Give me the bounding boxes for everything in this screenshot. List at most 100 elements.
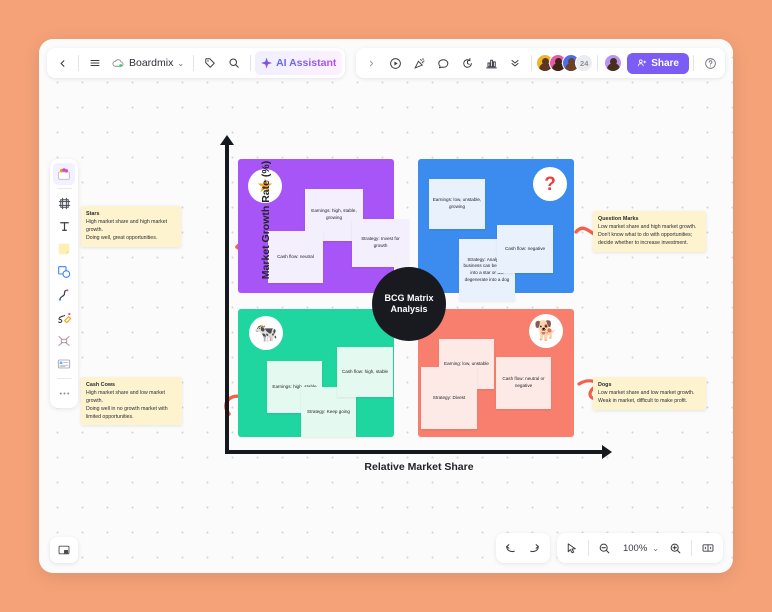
undo-arrow-icon [506, 543, 516, 552]
timer-icon [462, 57, 472, 68]
current-user-avatar[interactable] [604, 54, 623, 72]
zoom-out-button[interactable] [593, 536, 617, 560]
chevron-right-icon [369, 60, 373, 66]
sticky-note-tool[interactable] [53, 238, 75, 260]
divider [691, 540, 692, 556]
fit-to-screen-icon [702, 544, 714, 552]
divider [56, 188, 72, 189]
sticky-note[interactable]: Cash flow: neutral or negative [496, 357, 551, 409]
ai-assistant-button[interactable]: AI Assistant [255, 51, 343, 75]
ai-sparkle-icon [261, 57, 273, 69]
callout-question-marks[interactable]: Question Marks Low market share and high… [593, 211, 706, 252]
chevron-left-icon [60, 59, 64, 67]
tag-icon [205, 58, 215, 68]
sticky-template-icon [58, 168, 70, 180]
celebrate-button[interactable] [407, 51, 431, 75]
present-button[interactable] [383, 51, 407, 75]
minimap-button[interactable] [50, 537, 78, 563]
callout-dogs[interactable]: Dogs Low market share and low market gro… [593, 377, 706, 410]
cursor-tool-button[interactable] [560, 536, 584, 560]
curve-line-tool[interactable] [53, 284, 75, 306]
connector-tool[interactable] [53, 330, 75, 352]
person-add-icon [638, 59, 647, 67]
frame-icon [58, 197, 70, 209]
vote-chart-icon [485, 59, 497, 68]
more-tools-button[interactable] [53, 382, 75, 404]
sticky-note[interactable]: Cash flow: negative [497, 225, 553, 273]
more-actions-button[interactable] [503, 51, 527, 75]
pen-tool[interactable] [53, 307, 75, 329]
search-button[interactable] [222, 51, 246, 75]
bcg-matrix-diagram: ★ Earnings: high, stable, growing Strate… [39, 39, 733, 573]
callout-stars[interactable]: Stars High market share and high market … [81, 206, 181, 247]
expand-panel-button[interactable] [359, 51, 383, 75]
question-circle-icon [704, 57, 716, 69]
collaborator-avatars[interactable]: 24 [536, 54, 594, 72]
text-tool[interactable] [53, 215, 75, 237]
connector-icon [58, 335, 70, 347]
pointer-cursor-icon [568, 542, 577, 553]
help-button[interactable] [698, 51, 722, 75]
dog-badge-icon: 🐕 [529, 314, 563, 348]
sticky-note[interactable]: Strategy: Invest for growth [352, 219, 409, 267]
divider [56, 378, 72, 379]
document-name-label: Boardmix [129, 57, 174, 69]
zoom-in-button[interactable] [663, 536, 687, 560]
minimap-icon [58, 545, 70, 555]
document-name-button[interactable]: Boardmix ⌄ [107, 51, 189, 75]
pen-icon [58, 312, 72, 324]
play-circle-icon [389, 57, 401, 69]
text-icon [59, 221, 69, 231]
divider [250, 55, 252, 71]
vote-button[interactable] [479, 51, 503, 75]
redo-button[interactable] [523, 536, 547, 560]
sticky-note[interactable]: Earnings: low, unstable, growing [429, 179, 485, 229]
double-chevron-down-icon [511, 60, 519, 67]
zoom-in-icon [670, 543, 680, 553]
tool-rail [50, 159, 78, 408]
sticky-template-tool[interactable] [53, 163, 75, 185]
zoom-level-button[interactable]: 100% ⌄ [617, 536, 663, 560]
divider [597, 55, 599, 71]
curve-line-icon [58, 289, 69, 301]
top-toolbar: Boardmix ⌄ AI Assistant 24 Share [39, 48, 733, 78]
shapes-tool[interactable] [53, 261, 75, 283]
history-group [495, 533, 550, 563]
cloud-icon [112, 59, 124, 67]
callout-cash-cows[interactable]: Cash Cows High market share and low mark… [81, 377, 182, 426]
sticky-note[interactable]: Cash flow: neutral [268, 231, 323, 283]
avatar-overflow-count[interactable]: 24 [575, 54, 594, 72]
zoom-out-icon [600, 543, 610, 553]
frame-tool[interactable] [53, 192, 75, 214]
shapes-icon [58, 266, 71, 278]
timer-button[interactable] [455, 51, 479, 75]
comment-bubble-icon [437, 58, 449, 68]
x-axis [225, 445, 612, 459]
divider [78, 55, 79, 71]
sticky-note[interactable]: Strategy: Divest [421, 367, 477, 429]
y-axis [220, 135, 234, 454]
hamburger-menu-icon [90, 59, 100, 67]
cow-badge-icon: 🐄 [249, 316, 283, 350]
celebrate-icon [413, 57, 425, 69]
comment-button[interactable] [431, 51, 455, 75]
chevron-down-icon: ⌄ [652, 543, 659, 553]
redo-arrow-icon [530, 543, 540, 552]
divider [693, 55, 694, 71]
matrix-center-label[interactable]: BCG Matrix Analysis [372, 267, 446, 341]
share-label: Share [651, 57, 679, 69]
sticky-note-icon [58, 243, 70, 255]
divider [587, 540, 589, 556]
search-icon [229, 58, 239, 68]
tag-button[interactable] [198, 51, 222, 75]
zoom-level-label: 100% [622, 542, 648, 554]
sticky-note[interactable]: Cash flow: high, stable [337, 347, 393, 397]
table-icon [57, 359, 71, 369]
table-tool[interactable] [53, 353, 75, 375]
fit-to-screen-button[interactable] [696, 536, 720, 560]
menu-button[interactable] [83, 51, 107, 75]
undo-button[interactable] [499, 536, 523, 560]
chevron-down-icon: ⌄ [177, 58, 185, 68]
share-button[interactable]: Share [627, 52, 689, 74]
back-button[interactable] [50, 51, 74, 75]
